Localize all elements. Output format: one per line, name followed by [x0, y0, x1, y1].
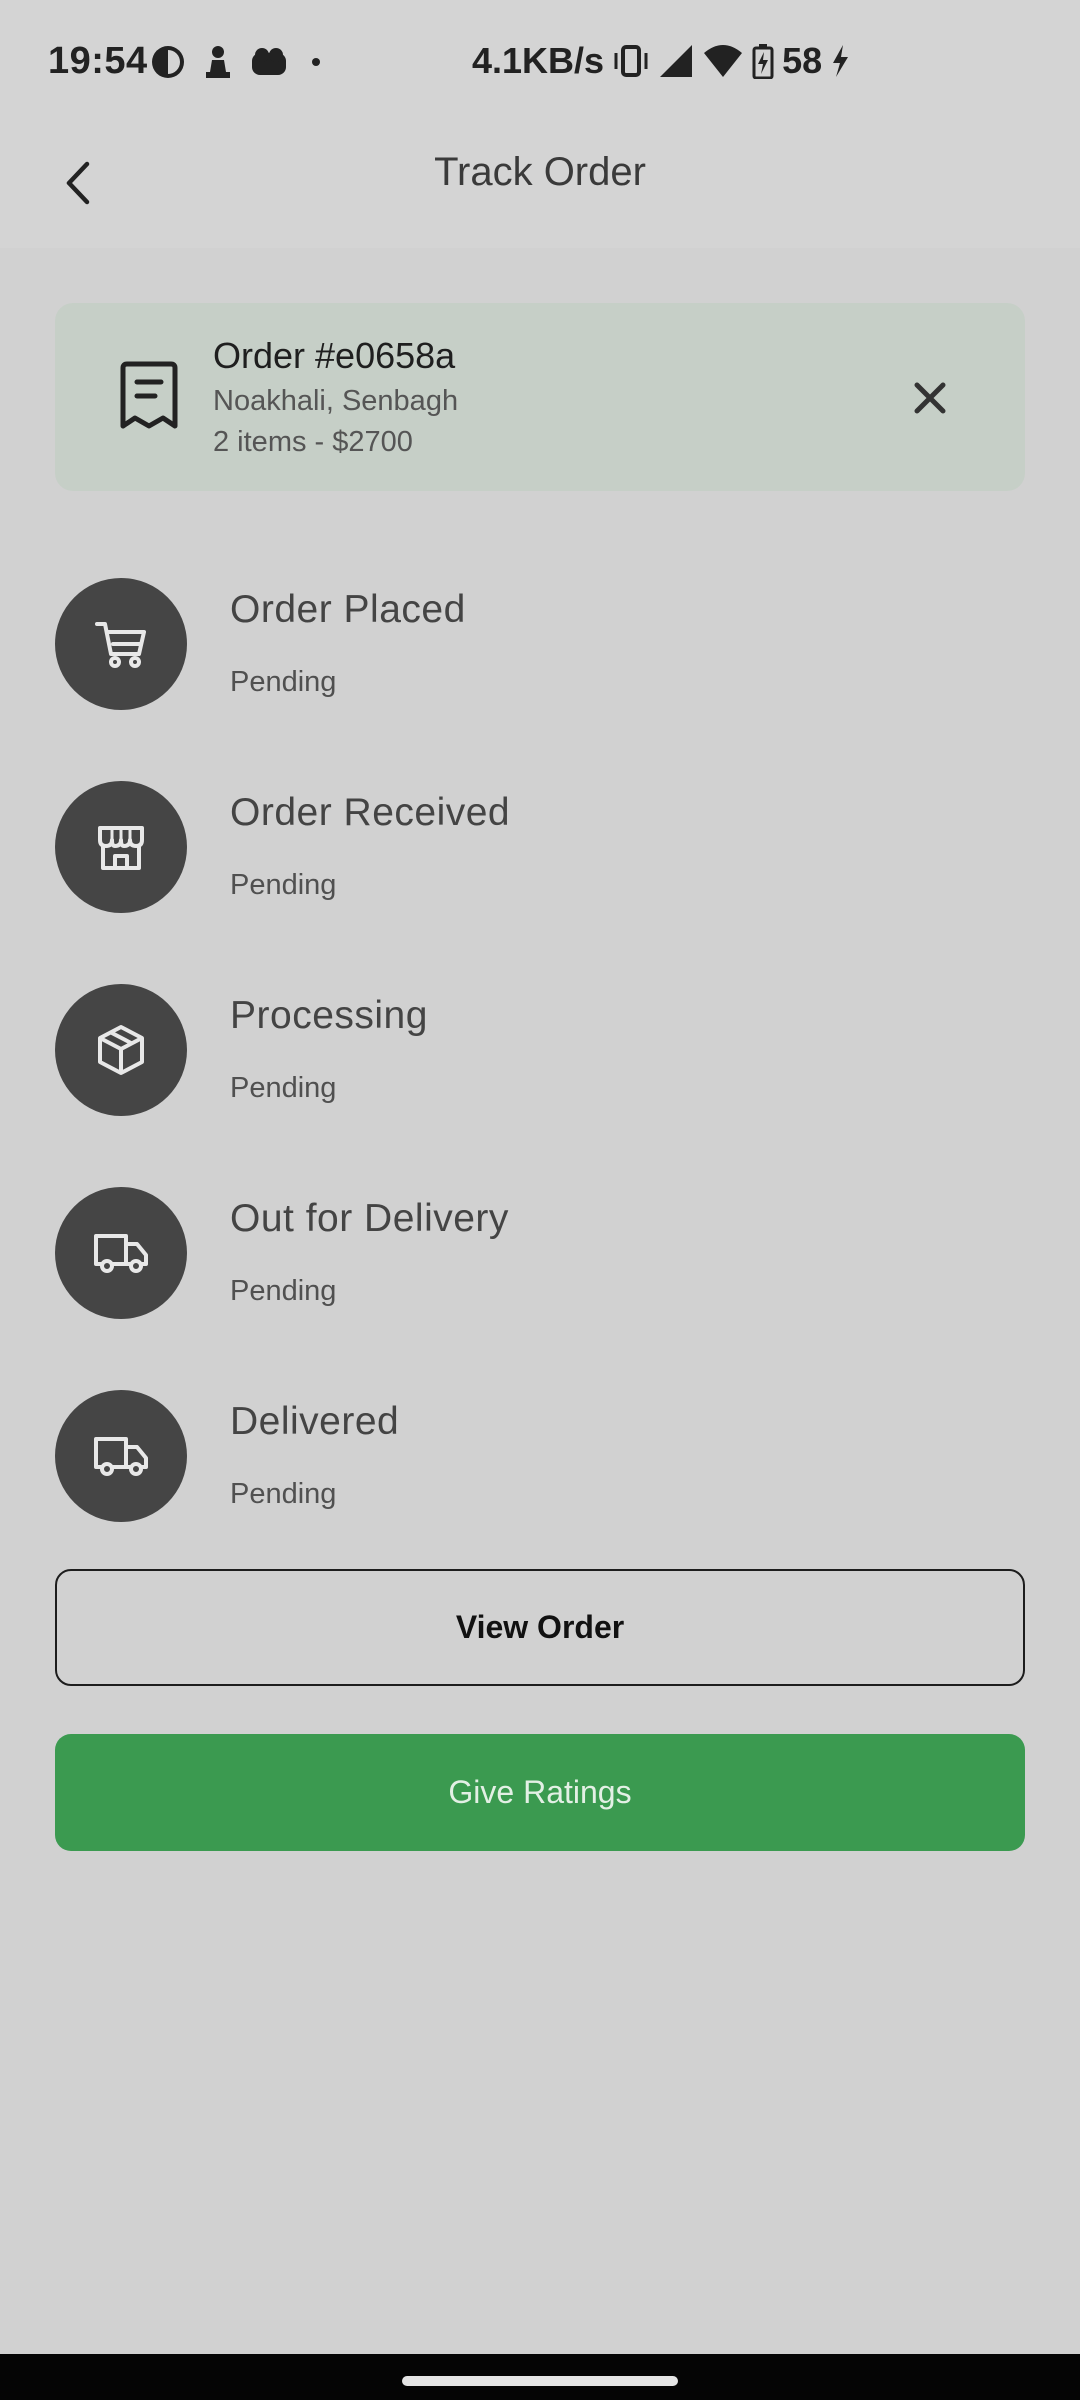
app-bar: Track Order: [0, 130, 1080, 248]
package-icon: [98, 1025, 144, 1075]
step-icon-circle: [55, 1187, 187, 1319]
notification-app-icon: [152, 46, 184, 78]
order-summary-card: Order #e0658a Noakhali, Senbagh 2 items …: [55, 303, 1025, 491]
step-processing: Processing Pending: [55, 984, 1025, 1116]
step-icon-circle: [55, 984, 187, 1116]
charging-bolt-icon: [833, 45, 849, 77]
group-icon: [252, 48, 286, 75]
step-order-received: Order Received Pending: [55, 781, 1025, 913]
system-nav-bar: [0, 2354, 1080, 2400]
order-items-total: 2 items - $2700: [213, 426, 413, 458]
truck-icon: [94, 1437, 148, 1476]
step-title: Delivered: [230, 1400, 400, 1443]
cell-signal-icon: [660, 45, 693, 77]
step-status: Pending: [230, 869, 337, 901]
order-number: Order #e0658a: [213, 335, 456, 376]
status-bar: 19:54 4.1KB/s 58: [0, 0, 1080, 130]
store-icon: [98, 826, 144, 870]
status-time: 19:54: [48, 40, 148, 82]
step-order-placed: Order Placed Pending: [55, 578, 1025, 710]
step-title: Processing: [230, 994, 428, 1037]
step-icon-circle: [55, 578, 187, 710]
step-delivered: Delivered Pending: [55, 1390, 1025, 1522]
dot-icon: [312, 58, 320, 66]
battery-level: 58: [782, 40, 823, 81]
home-indicator[interactable]: [402, 2376, 678, 2386]
step-status: Pending: [230, 666, 337, 698]
truck-icon: [94, 1234, 148, 1273]
step-title: Order Received: [230, 791, 511, 834]
step-status: Pending: [230, 1275, 337, 1307]
step-icon-circle: [55, 781, 187, 913]
close-icon: [914, 382, 946, 414]
order-location: Noakhali, Senbagh: [213, 385, 459, 417]
battery-charging-icon: [752, 44, 774, 79]
chess-pawn-icon: [206, 46, 230, 78]
step-out-for-delivery: Out for Delivery Pending: [55, 1187, 1025, 1319]
cart-icon: [95, 622, 146, 668]
receipt-icon: [120, 361, 178, 429]
step-title: Order Placed: [230, 588, 466, 631]
step-status: Pending: [230, 1072, 337, 1104]
wifi-icon: [704, 45, 743, 77]
step-status: Pending: [230, 1478, 337, 1510]
step-icon-circle: [55, 1390, 187, 1522]
give-ratings-button[interactable]: Give Ratings: [55, 1734, 1025, 1851]
step-title: Out for Delivery: [230, 1197, 509, 1240]
vibrate-icon: [614, 45, 648, 77]
view-order-button[interactable]: View Order: [55, 1569, 1025, 1686]
status-notification-icons: [150, 44, 326, 80]
page-title: Track Order: [434, 150, 646, 194]
close-button[interactable]: [895, 363, 965, 433]
network-speed: 4.1KB/s: [472, 40, 605, 81]
status-right: 4.1KB/s 58: [472, 40, 850, 82]
